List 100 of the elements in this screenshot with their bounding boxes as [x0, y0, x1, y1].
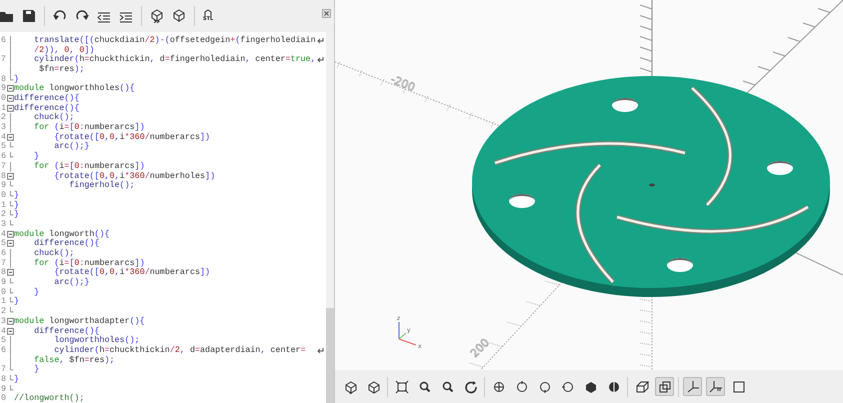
code-line: arc();} [53, 278, 90, 288]
line-number: 4 [0, 132, 6, 142]
fold-toggle-icon[interactable] [6, 104, 14, 114]
line-number: 9 [0, 181, 6, 191]
code-line: } [33, 288, 40, 298]
code-line: difference(){ [14, 104, 80, 113]
code-line: } [33, 152, 40, 162]
code-line: module longworth(){ [14, 230, 110, 239]
code-line: for (i=[0:numberarcs]) [33, 258, 145, 268]
code-line: {rotate([0,0,i*360/numberarcs]) [53, 132, 210, 142]
line-number: 2 [0, 113, 6, 123]
orthogonal-button[interactable] [655, 377, 674, 396]
code-line: longworthholes(); [53, 336, 140, 346]
code-line: cylinder(h=chuckthickin/2, d=adapterdiain, center= [53, 346, 306, 356]
close-icon [322, 9, 331, 18]
code-line: fingerhole(); [68, 181, 135, 191]
fold-toggle-icon[interactable] [6, 268, 14, 278]
line-number: 5 [0, 239, 6, 249]
fold-toggle-icon[interactable] [6, 239, 14, 250]
render-cube-icon [172, 8, 186, 23]
code-line: false, $fn=res); [33, 356, 115, 365]
export-icon [203, 9, 214, 18]
render-cube-icon [366, 380, 380, 394]
fold-toggle-icon[interactable] [6, 84, 14, 94]
line-number: 7 [0, 365, 6, 375]
code-line: chuck(); [33, 113, 74, 122]
code-line: arc();} [53, 142, 90, 152]
line-number: 5 [0, 142, 6, 152]
code-line: } [14, 200, 20, 210]
code-line: /2)), 0, 0]) [33, 46, 94, 55]
line-number: 3 [0, 123, 6, 133]
code-line: module longworthholes(){ [14, 84, 135, 94]
preview-cube-icon [150, 8, 164, 23]
fold-toggle-icon[interactable] [6, 230, 14, 240]
axis-gizmo-drawing [398, 322, 416, 346]
perspective-icon [634, 380, 648, 394]
save-icon [22, 8, 36, 23]
line-number: 8 [0, 374, 6, 385]
line-number: 8 [0, 74, 6, 84]
line-number: 1 [0, 297, 6, 307]
line-number: 6 [0, 249, 6, 259]
line-number: 0 [0, 288, 6, 298]
scale-axes-button[interactable] [706, 377, 725, 396]
code-line: difference(){ [33, 239, 100, 248]
cube-view-icon [538, 380, 552, 394]
code-line: difference(){ [33, 326, 100, 336]
line-number: 1 [0, 200, 6, 210]
line-number: 6 [0, 346, 6, 356]
reset-view-icon [464, 380, 478, 394]
line-number: 7 [0, 55, 6, 65]
fold-toggle-icon[interactable] [6, 316, 14, 327]
fold-toggle-icon[interactable] [6, 94, 14, 104]
code-line: chuck(); [33, 249, 74, 258]
line-number: 5 [0, 336, 6, 346]
code-line: {rotate([0,0,i*360/numberholes]) [53, 172, 216, 181]
line-number: 4 [0, 230, 6, 240]
line-number: 9 [0, 278, 6, 288]
axes-button[interactable] [683, 377, 702, 396]
line-number: 2 [0, 210, 6, 220]
line-number: 6 [0, 152, 6, 162]
cube-view-icon [584, 380, 598, 394]
cube-view-icon [514, 380, 528, 394]
code-line: translate([(chuckdiain/2)-(offsetedgein+(fingerholediain [33, 36, 316, 46]
line-number: 9 [0, 384, 6, 394]
scrollbar-thumb[interactable] [326, 308, 334, 403]
scale-axes-icon [708, 380, 722, 394]
code-editor[interactable] [0, 32, 326, 403]
code-line: for (i=[0:numberarcs]) [33, 123, 145, 132]
code-line: cylinder(h=chuckthickin, d=fingerholediain, center=true, [33, 55, 316, 64]
code-line: {rotate([0,0,i*360/numberarcs]) [53, 268, 210, 278]
save-button[interactable] [22, 8, 36, 23]
code-line: $fn=res); [38, 64, 84, 75]
line-number: 9 [0, 84, 6, 94]
code-line: } [14, 374, 20, 385]
orthogonal-icon [658, 380, 672, 394]
code-line: for (i=[0:numberarcs]) [33, 162, 145, 172]
line-number: 1 [0, 104, 6, 113]
fold-toggle-icon[interactable] [6, 326, 14, 336]
line-number: 6 [0, 36, 6, 46]
code-line: //longworth(); [14, 394, 84, 403]
line-number: 7 [0, 258, 6, 268]
line-number: 0 [0, 190, 6, 201]
preview-cube-button[interactable] [150, 8, 164, 23]
edges-icon [732, 380, 746, 394]
render-cube-button[interactable] [172, 8, 186, 23]
cube-view-icon [560, 380, 574, 394]
code-line: } [14, 190, 20, 200]
axes-icon [686, 380, 700, 394]
line-number: 3 [0, 316, 6, 327]
zoom-in-icon [418, 380, 432, 394]
cube-view-icon [492, 380, 506, 394]
code-line: difference(){ [14, 94, 80, 104]
line-number: 7 [0, 162, 6, 172]
code-line: } [14, 74, 20, 84]
code-line: module longworthadapter(){ [14, 316, 145, 326]
view-all-icon [394, 380, 408, 394]
fold-toggle-icon[interactable] [6, 132, 14, 142]
fold-toggle-icon[interactable] [6, 172, 14, 182]
line-number: 4 [0, 326, 6, 336]
line-number: 2 [0, 307, 6, 317]
